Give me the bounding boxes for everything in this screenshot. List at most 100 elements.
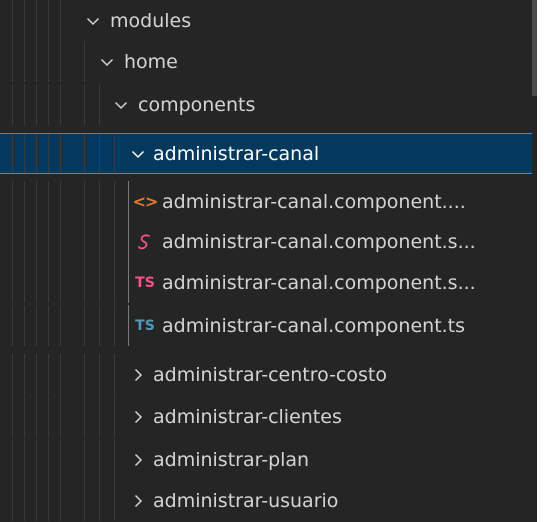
tree-folder-components[interactable]: components — [0, 84, 532, 125]
indent-guide — [24, 305, 25, 346]
chevron-right-icon[interactable] — [127, 406, 149, 428]
indent-guide — [48, 439, 49, 480]
indent-guide — [24, 221, 25, 262]
indent-guide-active — [128, 262, 129, 303]
tree-folder-modules[interactable]: modules — [0, 0, 532, 41]
window-edge — [537, 0, 544, 522]
indent-guide — [114, 181, 115, 222]
indent-guide — [12, 480, 13, 521]
indent-guide — [48, 221, 49, 262]
indent-guide — [84, 134, 85, 173]
indent-guide — [114, 396, 115, 437]
indent-guide — [12, 0, 13, 41]
tree-file-component-html[interactable]: <> administrar-canal.component.... — [0, 181, 532, 222]
indent-guide — [114, 480, 115, 521]
indent-guide — [99, 181, 100, 222]
indent-guide — [60, 305, 61, 346]
indent-guide — [12, 134, 13, 173]
file-label: administrar-canal.component.s... — [162, 230, 476, 253]
indent-guide — [24, 134, 25, 173]
indent-guide — [84, 396, 85, 437]
indent-guide — [12, 262, 13, 303]
chevron-down-icon[interactable] — [96, 51, 118, 73]
indent-guide — [84, 480, 85, 521]
indent-guide — [24, 439, 25, 480]
indent-guide — [36, 262, 37, 303]
chevron-down-icon[interactable] — [82, 10, 104, 32]
tree-folder-administrar-plan[interactable]: administrar-plan — [0, 439, 532, 480]
indent-guide — [60, 41, 61, 82]
indent-guide — [36, 84, 37, 125]
tree-folder-administrar-usuario[interactable]: administrar-usuario — [0, 480, 532, 521]
indent-guide — [36, 354, 37, 395]
indent-guide — [84, 305, 85, 346]
indent-guide — [24, 84, 25, 125]
indent-guide — [12, 354, 13, 395]
indent-guide — [99, 439, 100, 480]
indent-guide — [114, 354, 115, 395]
indent-guide — [48, 181, 49, 222]
indent-guide — [60, 262, 61, 303]
file-label: administrar-canal.component.s... — [162, 271, 476, 294]
indent-guide — [36, 439, 37, 480]
indent-guide — [24, 354, 25, 395]
indent-guide — [60, 439, 61, 480]
indent-guide — [114, 439, 115, 480]
indent-guide — [48, 396, 49, 437]
tree-folder-administrar-centro-costo[interactable]: administrar-centro-costo — [0, 354, 532, 395]
folder-label: administrar-plan — [153, 448, 310, 471]
tree-file-component-scss[interactable]: administrar-canal.component.s... — [0, 221, 532, 262]
indent-guide — [48, 354, 49, 395]
indent-guide — [84, 354, 85, 395]
chevron-right-icon[interactable] — [127, 364, 149, 386]
indent-guide — [99, 480, 100, 521]
indent-guide — [36, 480, 37, 521]
indent-guide — [12, 41, 13, 82]
indent-guide — [99, 305, 100, 346]
indent-guide — [60, 84, 61, 125]
indent-guide — [60, 181, 61, 222]
indent-guide — [60, 354, 61, 395]
indent-guide — [60, 134, 61, 173]
tree-folder-administrar-clientes[interactable]: administrar-clientes — [0, 396, 532, 437]
indent-guide — [99, 134, 100, 173]
indent-guide — [48, 41, 49, 82]
indent-guide — [114, 221, 115, 262]
indent-guide — [60, 480, 61, 521]
file-label: administrar-canal.component.ts — [162, 314, 466, 337]
indent-guide — [99, 396, 100, 437]
indent-guide-active — [128, 221, 129, 262]
chevron-right-icon[interactable] — [127, 490, 149, 512]
indent-guide — [84, 181, 85, 222]
indent-guide — [12, 396, 13, 437]
html-file-icon: <> — [132, 192, 159, 211]
tree-file-component-spec-ts[interactable]: TS administrar-canal.component.s... — [0, 262, 532, 303]
folder-label: administrar-clientes — [153, 405, 342, 428]
indent-guide — [24, 181, 25, 222]
indent-guide — [36, 221, 37, 262]
indent-guide — [48, 134, 49, 173]
indent-guide — [12, 84, 13, 125]
file-label: administrar-canal.component.... — [162, 190, 466, 213]
folder-label: administrar-canal — [153, 142, 320, 165]
indent-guide — [36, 181, 37, 222]
indent-guide — [24, 262, 25, 303]
indent-guide — [36, 0, 37, 41]
indent-guide — [84, 41, 85, 82]
tree-file-component-ts[interactable]: TS administrar-canal.component.ts — [0, 305, 532, 346]
indent-guide — [84, 84, 85, 125]
folder-label: home — [124, 50, 178, 73]
chevron-right-icon[interactable] — [127, 449, 149, 471]
tree-folder-home[interactable]: home — [0, 41, 532, 82]
folder-label: administrar-centro-costo — [153, 363, 387, 386]
indent-guide — [48, 480, 49, 521]
folder-label: components — [138, 93, 256, 116]
indent-guide — [24, 396, 25, 437]
chevron-down-icon[interactable] — [127, 143, 149, 165]
indent-guide — [84, 221, 85, 262]
indent-guide — [99, 221, 100, 262]
indent-guide — [48, 84, 49, 125]
chevron-down-icon[interactable] — [110, 94, 132, 116]
indent-guide — [99, 354, 100, 395]
tree-folder-administrar-canal[interactable]: administrar-canal — [0, 133, 532, 174]
